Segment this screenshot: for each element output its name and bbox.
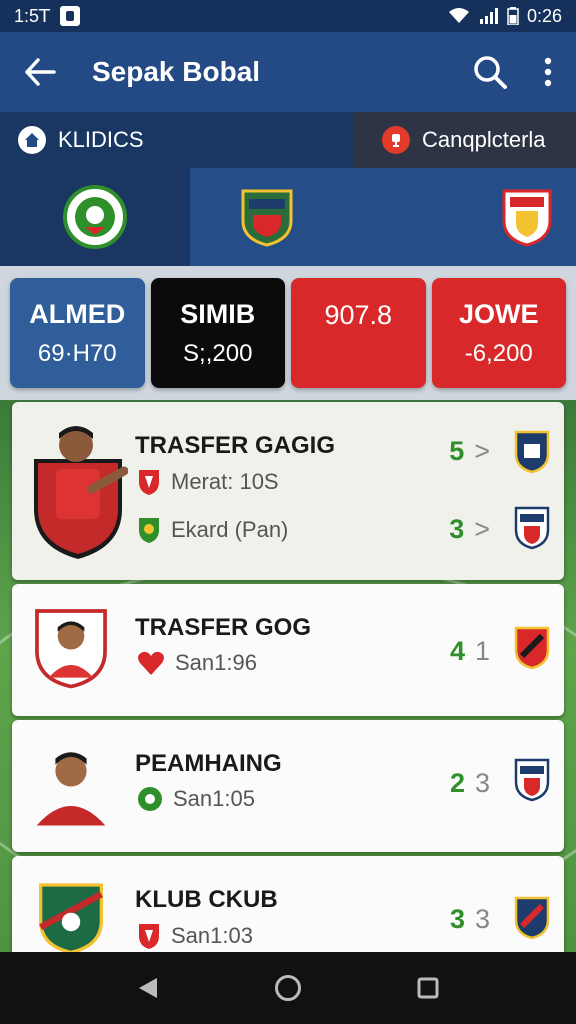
stat-suffix: > <box>474 436 490 466</box>
club-crest-icon <box>514 896 550 940</box>
search-icon[interactable] <box>472 54 508 90</box>
score-card[interactable]: JOWE -6,200 <box>431 278 566 388</box>
card-line: Merat: 10S <box>137 468 279 496</box>
ball-shield-icon <box>139 518 159 543</box>
list-item[interactable]: TRASFER GOG San1:96 4 1 <box>12 584 564 716</box>
status-bar: 1:5𝖳 0:26 <box>0 0 576 32</box>
club-badge-cell[interactable] <box>0 168 190 266</box>
home-icon <box>18 126 46 154</box>
nav-home-icon[interactable] <box>274 974 302 1002</box>
shield-icon <box>139 470 159 495</box>
stat-suffix: 3 <box>474 904 490 934</box>
score-value: 69·H70 <box>37 339 117 367</box>
score-card[interactable]: ALMED 69·H70 <box>10 278 145 388</box>
card-line: San1:96 <box>137 650 257 676</box>
card-title: TRASFER GAGIG <box>135 432 336 459</box>
card-line: San1:05 <box>137 786 255 812</box>
player-avatar-icon <box>34 426 128 559</box>
card-line: San1:03 <box>137 922 253 950</box>
tab-label: Canqplcterla <box>422 127 546 152</box>
club-badge-cell[interactable] <box>190 168 344 266</box>
stat-value: 4 <box>449 636 465 666</box>
card-title: PEAMHAING <box>135 750 282 777</box>
score-name: JOWE <box>458 298 539 329</box>
nav-recents-icon[interactable] <box>417 977 439 999</box>
score-name: 907.8 <box>324 300 393 330</box>
card-stat: 2 3 <box>450 768 490 799</box>
club-crest-shield-icon <box>502 189 552 247</box>
card-line-text: San1:05 <box>173 786 255 811</box>
transfer-list: TRASFER GAGIG Merat: 10S Ekard (Pan) 5 >… <box>0 400 576 952</box>
stat-suffix: 3 <box>474 768 490 798</box>
app-bar: Sepak Bobal <box>0 32 576 112</box>
club-crest-large-icon <box>38 883 104 952</box>
tab-bar: KLIDICS Canqplcterla <box>0 112 576 168</box>
card-stat: 5 > <box>449 436 490 467</box>
card-line-text: San1:96 <box>175 650 257 675</box>
club-crest-icon <box>514 626 550 670</box>
heart-icon <box>138 651 164 675</box>
club-crest-icon <box>514 758 550 802</box>
shield-icon <box>139 924 159 949</box>
card-line-text: Ekard (Pan) <box>171 517 289 542</box>
trophy-icon <box>382 126 410 154</box>
more-options-icon[interactable] <box>544 57 552 87</box>
card-line: Ekard (Pan) <box>137 516 288 544</box>
card-title: TRASFER GOG <box>135 614 312 641</box>
player-avatar-icon <box>36 752 106 826</box>
score-name: ALMED <box>29 298 126 329</box>
card-line-text: San1:03 <box>171 923 253 948</box>
status-time: 1:5𝖳 <box>14 5 51 26</box>
wifi-icon <box>448 8 469 23</box>
score-card[interactable]: 907.8 <box>291 278 426 388</box>
score-card[interactable]: SIMIB S;,200 <box>150 278 285 388</box>
page-title: Sepak Bobal <box>92 56 261 87</box>
list-item[interactable]: PEAMHAING San1:05 2 3 <box>12 720 564 852</box>
stat-value: 3 <box>449 514 465 544</box>
stat-value: 2 <box>449 768 465 798</box>
card-title: KLUB CKUB <box>135 886 278 913</box>
score-strip: ALMED 69·H70 SIMIB S;,200 907.8 JOWE -6,… <box>0 266 576 400</box>
nav-back-icon[interactable] <box>137 976 159 1000</box>
list-item[interactable]: KLUB CKUB San1:03 3 3 <box>12 856 564 952</box>
club-crest-icon <box>514 506 550 550</box>
stat-suffix: 1 <box>474 636 490 666</box>
stat-value: 5 <box>449 436 465 466</box>
notification-icon <box>60 6 81 26</box>
club-badge-cell[interactable] <box>344 168 576 266</box>
score-name: SIMIB <box>180 298 256 329</box>
club-crest-shield-icon <box>241 189 293 247</box>
card-stat: 3 3 <box>450 904 490 935</box>
tab-label: KLIDICS <box>58 127 144 152</box>
tab-klidics[interactable]: KLIDICS <box>0 112 354 168</box>
ball-icon <box>138 787 162 811</box>
score-value: S;,200 <box>183 339 253 367</box>
stat-value: 3 <box>449 904 465 934</box>
list-item[interactable]: TRASFER GAGIG Merat: 10S Ekard (Pan) 5 >… <box>12 402 564 580</box>
card-stat: 3 > <box>449 514 490 545</box>
card-stat: 4 1 <box>450 636 490 667</box>
club-badges-row <box>0 168 576 266</box>
club-crest-round-icon <box>63 185 127 249</box>
battery-icon <box>507 7 519 25</box>
status-clock: 0:26 <box>526 5 562 26</box>
stat-suffix: > <box>474 514 490 544</box>
player-avatar-icon <box>35 609 107 689</box>
card-line-text: Merat: 10S <box>171 469 279 494</box>
back-arrow-icon[interactable] <box>24 58 56 86</box>
tab-canqplcterla[interactable]: Canqplcterla <box>354 112 576 168</box>
signal-icon <box>479 8 498 24</box>
score-value: -6,200 <box>464 339 533 367</box>
system-nav-bar <box>0 952 576 1024</box>
club-crest-icon <box>514 430 550 474</box>
